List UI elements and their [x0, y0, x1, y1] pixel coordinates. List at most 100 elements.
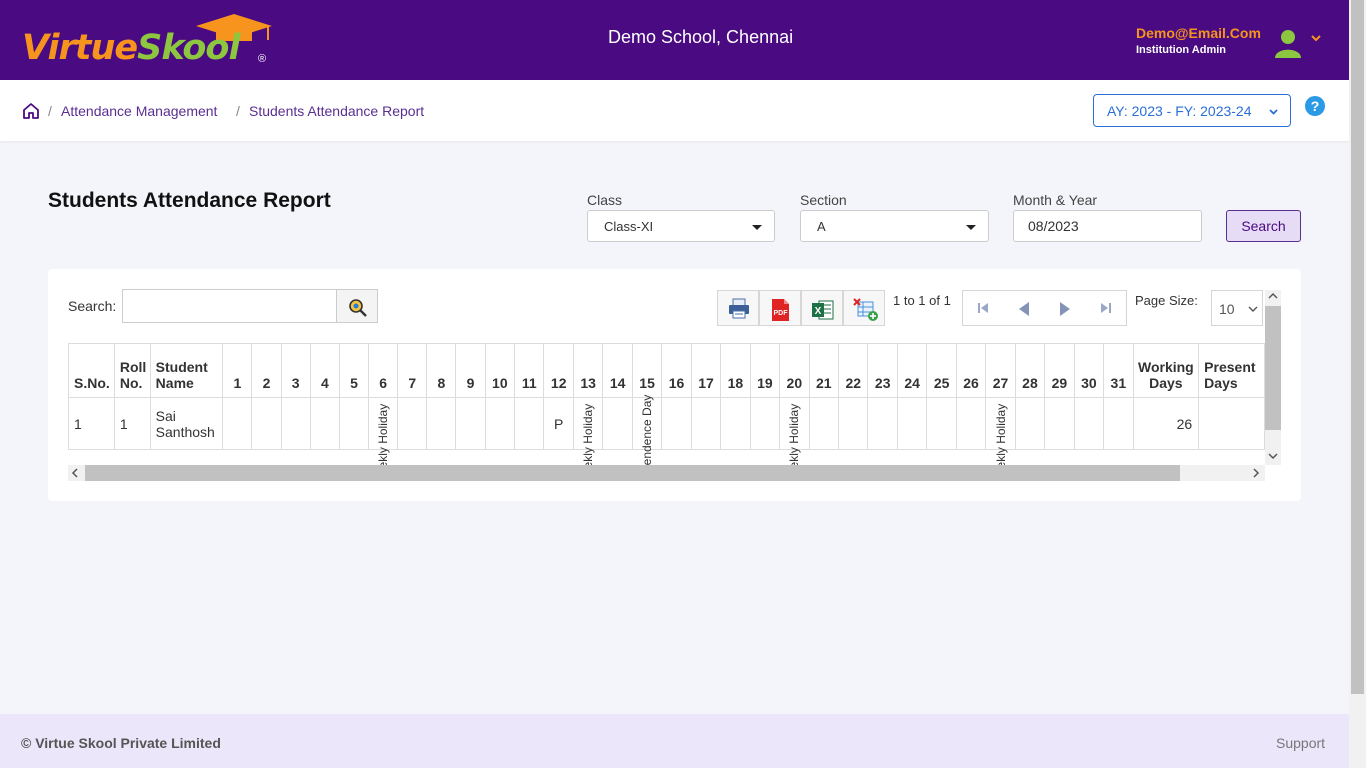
next-page-icon — [1060, 302, 1070, 316]
grid-search-label: Search: — [68, 298, 117, 314]
cell-day — [808, 397, 840, 450]
cell-student-name: Sai Santhosh — [149, 397, 224, 450]
col-header-day[interactable]: 2 — [251, 343, 282, 398]
col-header-day[interactable]: 22 — [838, 343, 869, 398]
home-icon[interactable] — [22, 102, 40, 120]
col-header-day[interactable]: 17 — [690, 343, 722, 398]
dropdown-arrow-icon — [966, 225, 976, 230]
col-header-day[interactable]: 16 — [661, 343, 692, 398]
col-header-day[interactable]: 10 — [484, 343, 516, 398]
col-header-day[interactable]: 21 — [808, 343, 840, 398]
prev-page-button[interactable] — [1004, 291, 1045, 325]
attendance-table-viewport: S.No. Roll No. Student Name 1 2 3 4 5 6 … — [68, 343, 1265, 465]
col-header-day[interactable]: 1 — [222, 343, 253, 398]
scroll-down-arrow-icon[interactable] — [1268, 452, 1278, 460]
cell-day — [1073, 397, 1105, 450]
col-header-working-days[interactable]: Working Days — [1132, 343, 1200, 398]
cell-day-holiday: Weekly Holiday — [779, 397, 810, 465]
page-size-value: 10 — [1219, 301, 1235, 317]
scroll-right-arrow-icon[interactable] — [1252, 468, 1260, 478]
cell-day — [749, 397, 781, 450]
col-header-student-name[interactable]: Student Name — [149, 343, 224, 398]
col-header-day[interactable]: 18 — [720, 343, 751, 398]
col-header-day[interactable]: 15 — [631, 343, 663, 398]
cell-day — [222, 397, 253, 450]
col-header-day[interactable]: 4 — [309, 343, 340, 398]
cell-day — [309, 397, 340, 450]
cell-day — [1103, 397, 1134, 450]
user-email[interactable]: Demo@Email.Com — [1136, 25, 1261, 41]
col-header-day[interactable]: 30 — [1073, 343, 1105, 398]
breadcrumb-bar: / Attendance Management / Students Atten… — [0, 80, 1349, 141]
last-page-button[interactable] — [1086, 291, 1127, 325]
col-header-day[interactable]: 24 — [896, 343, 928, 398]
col-header-day[interactable]: 26 — [955, 343, 987, 398]
excel-export-button[interactable]: X — [801, 290, 843, 326]
col-header-day[interactable]: 6 — [368, 343, 399, 398]
cell-day — [1044, 397, 1075, 450]
col-header-day[interactable]: 27 — [985, 343, 1016, 398]
col-header-day[interactable]: 7 — [397, 343, 428, 398]
col-header-day[interactable]: 29 — [1044, 343, 1075, 398]
help-icon[interactable]: ? — [1305, 96, 1325, 116]
first-page-button[interactable] — [963, 291, 1004, 325]
col-header-day[interactable]: 25 — [926, 343, 957, 398]
section-select[interactable]: A — [800, 210, 989, 242]
col-header-day[interactable]: 9 — [455, 343, 486, 398]
breadcrumb-attendance-management[interactable]: Attendance Management — [61, 103, 217, 119]
search-button[interactable]: Search — [1226, 210, 1301, 242]
cell-day-holiday: Weekly Holiday — [368, 397, 399, 465]
col-header-day[interactable]: 28 — [1014, 343, 1046, 398]
dropdown-arrow-icon — [752, 225, 762, 230]
col-header-day[interactable]: 23 — [867, 343, 898, 398]
excel-icon: X — [812, 300, 834, 320]
col-header-roll[interactable]: Roll No. — [113, 343, 151, 398]
logo-text: VirtueSkool — [22, 28, 240, 68]
cell-day — [280, 397, 311, 450]
academic-year-select[interactable]: AY: 2023 - FY: 2023-24 — [1093, 94, 1291, 127]
first-page-icon — [978, 303, 988, 313]
col-header-day[interactable]: 3 — [280, 343, 311, 398]
next-page-button[interactable] — [1045, 291, 1086, 325]
grid-search-button[interactable] — [336, 289, 378, 323]
col-header-present-days[interactable]: Present Days — [1198, 343, 1265, 398]
scroll-left-arrow-icon[interactable] — [71, 468, 79, 478]
col-header-day[interactable]: 20 — [779, 343, 810, 398]
col-header-day[interactable]: 12 — [543, 343, 574, 398]
export-grid-button[interactable] — [843, 290, 885, 326]
user-role: Institution Admin — [1136, 44, 1227, 56]
pdf-export-button[interactable]: PDF — [759, 290, 801, 326]
col-header-sno[interactable]: S.No. — [68, 343, 115, 398]
print-button[interactable] — [717, 290, 759, 326]
cell-day-present: P — [543, 397, 574, 450]
breadcrumb-separator: / — [48, 103, 52, 119]
grid-search-input[interactable] — [122, 289, 337, 323]
cell-day-holiday: Independence Day — [631, 395, 663, 465]
svg-text:X: X — [815, 306, 822, 317]
cell-day — [867, 397, 898, 450]
cell-day — [455, 397, 486, 450]
cell-day — [896, 397, 928, 450]
chevron-down-icon[interactable] — [1309, 31, 1323, 45]
holiday-label: Weekly Holiday — [787, 403, 802, 465]
grid-horizontal-scroll-thumb[interactable] — [85, 465, 1180, 481]
class-select[interactable]: Class-XI — [587, 210, 775, 242]
col-header-day[interactable]: 8 — [426, 343, 457, 398]
col-header-day[interactable]: 31 — [1103, 343, 1134, 398]
breadcrumb-students-attendance-report[interactable]: Students Attendance Report — [249, 103, 424, 119]
col-header-day[interactable]: 13 — [572, 343, 604, 398]
col-header-day[interactable]: 11 — [514, 343, 545, 398]
export-icon — [853, 298, 878, 321]
col-header-day[interactable]: 5 — [338, 343, 370, 398]
month-year-input[interactable]: 08/2023 — [1013, 210, 1202, 242]
col-header-day[interactable]: 14 — [602, 343, 633, 398]
col-header-day[interactable]: 19 — [749, 343, 781, 398]
scroll-up-arrow-icon[interactable] — [1268, 292, 1278, 300]
table-row[interactable]: 1 1 Sai Santhosh Weekly Holiday P Weekly… — [68, 395, 1265, 465]
support-link[interactable]: Support — [1276, 735, 1325, 751]
pager-controls — [962, 290, 1127, 326]
avatar-icon[interactable] — [1274, 28, 1302, 58]
page-vertical-scroll-thumb[interactable] — [1351, 0, 1364, 694]
page-size-select[interactable]: 10 — [1211, 290, 1263, 326]
grid-vertical-scroll-thumb[interactable] — [1265, 306, 1281, 430]
